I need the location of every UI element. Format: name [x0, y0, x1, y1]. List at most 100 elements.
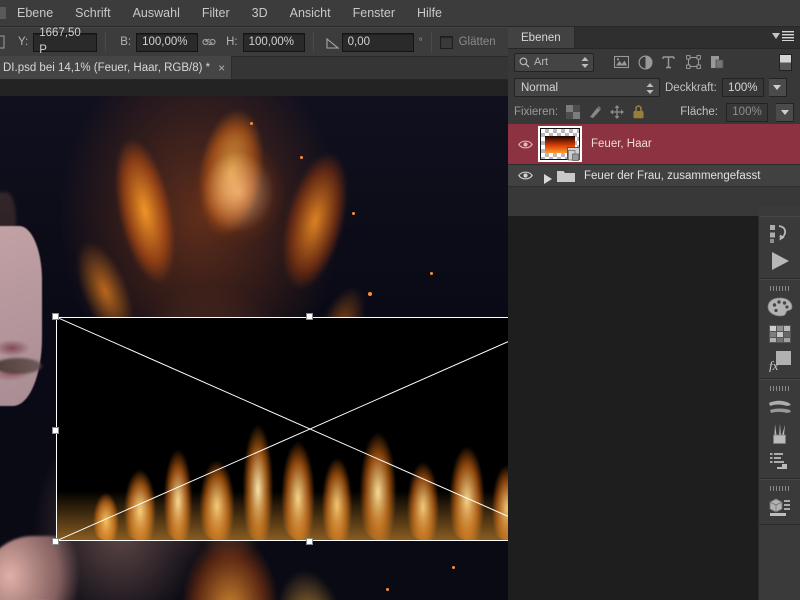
menu-item-3d[interactable]: 3D: [241, 0, 279, 27]
y-label: Y:: [18, 36, 28, 48]
layer-filter-kind-label: Art: [534, 56, 548, 68]
dock-group-3d: [759, 479, 800, 525]
actions-panel-button[interactable]: [765, 220, 795, 247]
layer-filter-kind-select[interactable]: Art: [514, 53, 594, 72]
dock-empty-area: [759, 525, 800, 600]
width-label: B:: [120, 36, 131, 48]
fx-styles-icon: fx: [768, 350, 792, 372]
document-tab[interactable]: DI.psd bei 14,1% (Feuer, Haar, RGB/8) * …: [0, 56, 232, 79]
lock-all-icon[interactable]: [632, 105, 646, 119]
blend-mode-value: Normal: [521, 82, 558, 94]
width-input[interactable]: 100,00%: [136, 33, 198, 52]
svg-text:fx: fx: [769, 358, 779, 372]
ember: [452, 566, 455, 569]
lock-position-icon[interactable]: [610, 105, 624, 119]
layer-row-feuer-der-frau-group[interactable]: Feuer der Frau, zusammengefasst: [508, 165, 800, 187]
actions-icon: [769, 224, 791, 244]
layer-filter-type-icons: [614, 55, 725, 70]
lock-label: Fixieren:: [514, 106, 558, 118]
layers-panel-tab-row: Ebenen: [508, 27, 800, 49]
menu-item-ebene[interactable]: Ebene: [6, 0, 64, 27]
fill-label: Fläche:: [680, 106, 718, 118]
free-transform-bounding-box[interactable]: [56, 317, 508, 541]
dock-top-cap: [758, 206, 800, 216]
shape-layer-filter-icon[interactable]: [686, 55, 701, 70]
eye-icon: [518, 139, 533, 150]
filter-enable-toggle[interactable]: [779, 54, 792, 71]
fill-dropdown-button[interactable]: [776, 103, 794, 122]
document-tab-title: DI.psd bei 14,1% (Feuer, Haar, RGB/8) *: [3, 62, 210, 74]
menu-item-filter[interactable]: Filter: [191, 0, 241, 27]
brush-settings-button[interactable]: [765, 447, 795, 474]
face: [0, 226, 42, 406]
opacity-value[interactable]: 100%: [722, 78, 764, 97]
lock-row: Fixieren:: [508, 100, 800, 124]
fill-value[interactable]: 100%: [726, 103, 768, 122]
transform-handle-nw[interactable]: [52, 313, 59, 320]
layer-visibility-toggle[interactable]: [512, 139, 538, 150]
lock-transparency-icon[interactable]: [566, 105, 580, 119]
pixel-layer-filter-icon[interactable]: [614, 55, 629, 70]
brush-presets-icon: [767, 397, 793, 417]
smooth-label: Glätten: [459, 36, 496, 48]
menu-item-ansicht[interactable]: Ansicht: [279, 0, 342, 27]
ember: [430, 272, 433, 275]
blend-mode-select[interactable]: Normal: [514, 78, 660, 97]
lock-image-pixels-icon[interactable]: [588, 105, 602, 119]
chain-link-icon[interactable]: [201, 35, 217, 49]
transform-border: [56, 317, 508, 541]
options-separator-2: [313, 32, 314, 52]
brush-panel-button[interactable]: [765, 420, 795, 447]
swatches-grid-icon: [769, 325, 791, 343]
canvas-area[interactable]: [0, 80, 508, 600]
ember: [368, 292, 372, 296]
adjustment-layer-filter-icon[interactable]: [638, 55, 653, 70]
transform-handle-n[interactable]: [306, 313, 313, 320]
dock-grip[interactable]: [770, 386, 790, 391]
ember: [352, 212, 355, 215]
3d-panel-button[interactable]: [765, 493, 795, 520]
smart-object-filter-icon[interactable]: [710, 55, 725, 70]
angle-input[interactable]: 0,00: [342, 33, 414, 52]
transform-handle-s[interactable]: [306, 538, 313, 545]
layer-thumbnail[interactable]: [540, 128, 580, 160]
layer-row-feuer-haar[interactable]: Feuer, Haar: [508, 124, 800, 165]
layer-visibility-toggle[interactable]: [512, 170, 538, 181]
smooth-checkbox[interactable]: [440, 36, 453, 49]
triangle-right-icon[interactable]: [544, 171, 553, 181]
photoshop-window: Ebene Schrift Auswahl Filter 3D Ansicht …: [0, 0, 800, 600]
transform-handle-sw[interactable]: [52, 538, 59, 545]
ember: [300, 156, 303, 159]
type-layer-filter-icon[interactable]: [662, 55, 677, 70]
y-input[interactable]: 1667,50 P: [33, 33, 97, 52]
chevron-down-icon: [773, 85, 781, 90]
transform-handle-w[interactable]: [52, 427, 59, 434]
brush-presets-button[interactable]: [765, 393, 795, 420]
menu-item-hilfe[interactable]: Hilfe: [406, 0, 453, 27]
brush-icon: [769, 423, 791, 445]
panel-menu-icon[interactable]: [772, 31, 794, 41]
opacity-label: Deckkraft:: [665, 82, 717, 94]
options-separator-3: [431, 32, 432, 52]
chevron-down-icon: [781, 110, 789, 115]
dock-grip[interactable]: [770, 486, 790, 491]
menu-item-auswahl[interactable]: Auswahl: [122, 0, 191, 27]
close-icon[interactable]: ×: [218, 61, 225, 75]
folder-icon: [557, 169, 573, 182]
ember: [386, 588, 389, 591]
layers-panel-footer: [508, 206, 800, 216]
height-label: H:: [226, 36, 238, 48]
opacity-dropdown-button[interactable]: [769, 78, 787, 97]
color-panel-button[interactable]: [765, 293, 795, 320]
play-action-button[interactable]: [765, 247, 795, 274]
menu-item-schrift[interactable]: Schrift: [64, 0, 121, 27]
menu-item-fenster[interactable]: Fenster: [342, 0, 406, 27]
ember: [250, 122, 253, 125]
styles-panel-button[interactable]: fx: [765, 347, 795, 374]
right-icon-dock: fx: [758, 216, 800, 600]
dock-grip[interactable]: [770, 286, 790, 291]
swatches-panel-button[interactable]: [765, 320, 795, 347]
blend-mode-row: Normal Deckkraft: 100%: [508, 75, 800, 100]
height-input[interactable]: 100,00%: [243, 33, 305, 52]
tab-ebenen[interactable]: Ebenen: [508, 27, 575, 48]
